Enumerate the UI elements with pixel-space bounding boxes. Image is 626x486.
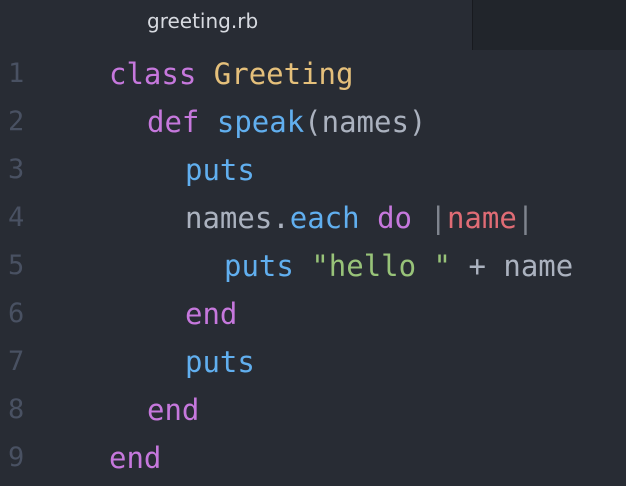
keyword-token: end: [147, 393, 200, 427]
code-line-9[interactable]: end: [109, 434, 161, 482]
receiver-token: names.: [185, 201, 290, 235]
code-line-5[interactable]: puts "hello " + name: [224, 242, 573, 290]
pipe-token: |: [429, 201, 447, 235]
code-line-7[interactable]: puts: [185, 338, 255, 386]
line-number: 4: [8, 202, 25, 233]
code-line-3[interactable]: puts: [185, 146, 255, 194]
line-number: 7: [8, 346, 25, 377]
line-number: 9: [8, 442, 25, 473]
block-variable-token: name: [446, 201, 517, 235]
string-token: "hello ": [311, 249, 451, 283]
tab-bar: greeting.rb: [0, 0, 626, 50]
code-line-1[interactable]: class Greeting: [109, 50, 353, 98]
class-name-token: Greeting: [213, 57, 354, 91]
function-token: speak: [216, 105, 305, 139]
line-number: 3: [8, 154, 25, 185]
keyword-token: end: [185, 297, 238, 331]
code-line-8[interactable]: end: [147, 386, 199, 434]
line-number: 8: [8, 394, 25, 425]
keyword-token: do: [377, 201, 412, 235]
code-line-2[interactable]: def speak(names): [147, 98, 426, 146]
function-token: each: [289, 201, 360, 235]
function-token: puts: [224, 249, 294, 283]
keyword-token: class: [109, 57, 197, 91]
line-number: 5: [8, 250, 25, 281]
keyword-token: end: [109, 441, 162, 475]
params-token: (names): [304, 105, 427, 139]
keyword-token: def: [147, 105, 200, 139]
code-line-6[interactable]: end: [185, 290, 237, 338]
tab-title: greeting.rb: [147, 9, 259, 33]
tab-greeting-rb[interactable]: greeting.rb: [0, 0, 472, 50]
line-number: 2: [8, 106, 25, 137]
editor-window: greeting.rb 1 2 3 4 5 6 7 8 9 class Gree…: [0, 0, 626, 486]
function-token: puts: [185, 345, 255, 379]
line-number: 1: [8, 58, 25, 89]
function-token: puts: [185, 153, 255, 187]
line-number: 6: [8, 298, 25, 329]
code-line-4[interactable]: names.each do |name|: [185, 194, 534, 242]
pipe-token: |: [516, 201, 535, 235]
tab-bar-empty-area: [472, 0, 626, 50]
expression-token: + name: [468, 249, 574, 283]
